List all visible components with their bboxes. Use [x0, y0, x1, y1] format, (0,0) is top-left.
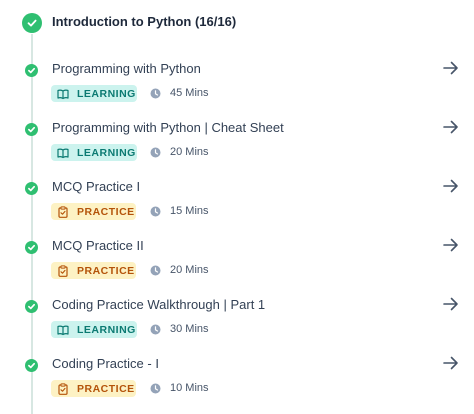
check-circle-icon — [25, 64, 38, 77]
type-badge: LEARNING — [51, 144, 137, 161]
arrow-right-icon[interactable] — [441, 236, 461, 254]
check-circle-icon — [25, 123, 38, 136]
duration: 30 Mins — [150, 323, 209, 335]
duration-text: 20 Mins — [170, 264, 209, 276]
type-badge: PRACTICE — [51, 203, 136, 220]
item-title[interactable]: MCQ Practice I — [52, 179, 140, 194]
check-circle-icon — [22, 13, 42, 33]
check-circle-icon — [25, 241, 38, 254]
book-icon — [57, 147, 69, 159]
clock-icon — [150, 324, 161, 335]
check-circle-icon — [25, 182, 38, 195]
type-badge: PRACTICE — [51, 262, 136, 279]
item-title[interactable]: Programming with Python | Cheat Sheet — [52, 120, 284, 135]
arrow-right-icon[interactable] — [441, 59, 461, 77]
duration: 10 Mins — [150, 382, 209, 394]
type-badge: PRACTICE — [51, 380, 136, 397]
clipboard-icon — [57, 205, 69, 218]
duration-text: 20 Mins — [170, 146, 209, 158]
arrow-right-icon[interactable] — [441, 354, 461, 372]
duration-text: 10 Mins — [170, 382, 209, 394]
type-label: PRACTICE — [77, 205, 135, 218]
list-item[interactable]: Programming with Python | Cheat Sheet LE… — [0, 117, 474, 176]
arrow-right-icon[interactable] — [441, 118, 461, 136]
list-item[interactable]: MCQ Practice II PRACTICE 20 Mins — [0, 235, 474, 294]
duration-text: 30 Mins — [170, 323, 209, 335]
duration: 20 Mins — [150, 146, 209, 158]
list-item[interactable]: Programming with Python LEARNING 45 Mins — [0, 58, 474, 117]
clock-icon — [150, 383, 161, 394]
clipboard-icon — [57, 382, 69, 395]
check-circle-icon — [25, 300, 38, 313]
clock-icon — [150, 206, 161, 217]
module-header[interactable]: Introduction to Python (16/16) — [0, 0, 474, 48]
type-label: PRACTICE — [77, 264, 135, 277]
list-item[interactable]: MCQ Practice I PRACTICE 15 Mins — [0, 176, 474, 235]
type-label: PRACTICE — [77, 382, 135, 395]
duration-text: 45 Mins — [170, 87, 209, 99]
duration: 45 Mins — [150, 87, 209, 99]
item-title[interactable]: MCQ Practice II — [52, 238, 144, 253]
type-label: LEARNING — [77, 146, 136, 159]
clock-icon — [150, 147, 161, 158]
type-badge: LEARNING — [51, 85, 137, 102]
type-badge: LEARNING — [51, 321, 137, 338]
type-label: LEARNING — [77, 87, 136, 100]
item-title[interactable]: Programming with Python — [52, 61, 201, 76]
check-circle-icon — [25, 359, 38, 372]
list-item[interactable]: Coding Practice Walkthrough | Part 1 LEA… — [0, 294, 474, 353]
book-icon — [57, 88, 69, 100]
duration: 15 Mins — [150, 205, 209, 217]
arrow-right-icon[interactable] — [441, 177, 461, 195]
duration: 20 Mins — [150, 264, 209, 276]
clipboard-icon — [57, 264, 69, 277]
book-icon — [57, 324, 69, 336]
duration-text: 15 Mins — [170, 205, 209, 217]
item-title[interactable]: Coding Practice Walkthrough | Part 1 — [52, 297, 265, 312]
clock-icon — [150, 88, 161, 99]
list-item[interactable]: Coding Practice - I PRACTICE 10 Mins — [0, 353, 474, 412]
arrow-right-icon[interactable] — [441, 295, 461, 313]
item-title[interactable]: Coding Practice - I — [52, 356, 159, 371]
clock-icon — [150, 265, 161, 276]
type-label: LEARNING — [77, 323, 136, 336]
module-title: Introduction to Python (16/16) — [52, 14, 237, 29]
